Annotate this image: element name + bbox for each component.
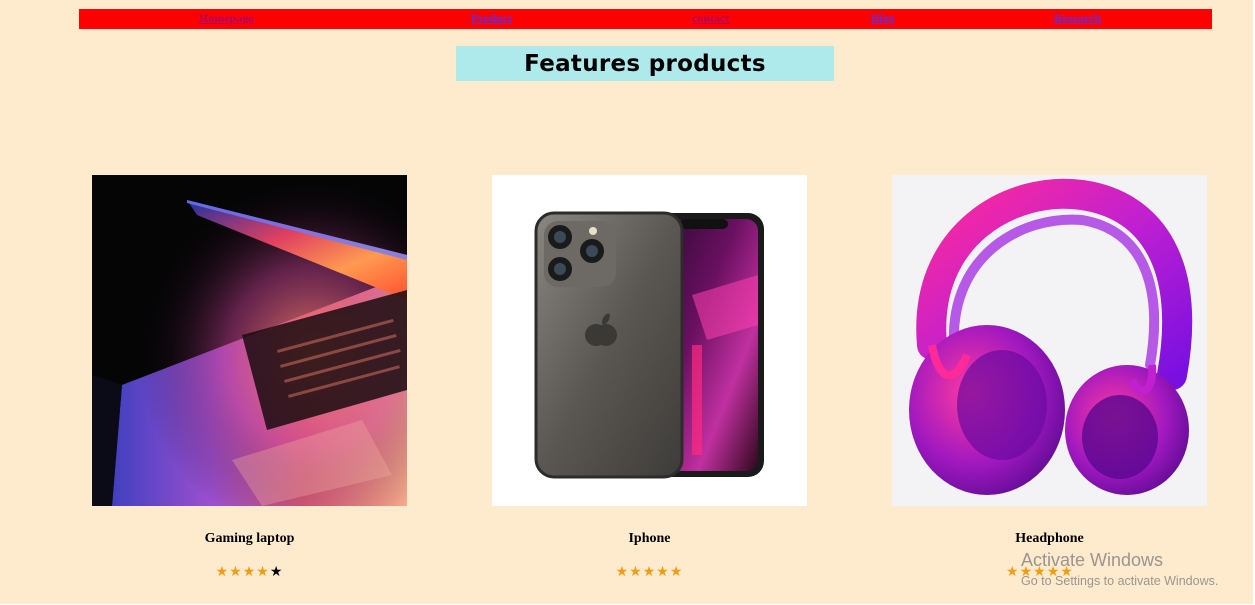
star-rating: ★★★★★: [892, 564, 1074, 581]
product-card-headphone[interactable]: Headphone ★★★★★: [892, 175, 1207, 580]
star-empty-icon: ★: [269, 564, 284, 580]
product-name: Headphone: [1015, 531, 1084, 546]
star-filled-icon: ★: [256, 564, 270, 580]
nav-link-blog[interactable]: Blog: [871, 11, 894, 26]
page-title: Features products: [524, 50, 766, 77]
star-filled-icon: ★: [1033, 564, 1047, 580]
star-filled-icon: ★: [1019, 564, 1034, 580]
product-name: Iphone: [628, 531, 671, 546]
nav-link-homepage[interactable]: Homepage: [199, 11, 254, 26]
page-title-box: Features products: [456, 46, 834, 81]
star-filled-icon: ★: [215, 564, 230, 580]
star-rating: ★★★★★: [492, 564, 807, 581]
nav-link-contact[interactable]: contact: [692, 11, 729, 26]
star-filled-icon: ★: [1006, 564, 1020, 580]
laptop-photo: [92, 175, 407, 506]
star-filled-icon: ★: [642, 564, 657, 580]
headphone-photo: [892, 175, 1207, 506]
nav-link-product[interactable]: Product: [471, 11, 512, 26]
star-filled-icon: ★: [615, 564, 630, 580]
product-card-gaming-laptop[interactable]: Gaming laptop ★★★★★: [92, 175, 407, 580]
nav-link-research[interactable]: Research: [1054, 11, 1101, 26]
star-rating: ★★★★★: [92, 564, 407, 581]
star-filled-icon: ★: [229, 564, 243, 580]
star-filled-icon: ★: [669, 564, 684, 580]
star-filled-icon: ★: [656, 564, 670, 580]
product-card-iphone[interactable]: Iphone ★★★★★: [492, 175, 807, 580]
iphone-photo: [492, 175, 807, 506]
top-navbar: Homepage Product contact Blog Research: [79, 9, 1212, 29]
star-filled-icon: ★: [1060, 564, 1074, 580]
product-name: Gaming laptop: [204, 531, 295, 546]
star-filled-icon: ★: [242, 564, 257, 580]
star-filled-icon: ★: [629, 564, 643, 580]
star-filled-icon: ★: [1046, 564, 1061, 580]
